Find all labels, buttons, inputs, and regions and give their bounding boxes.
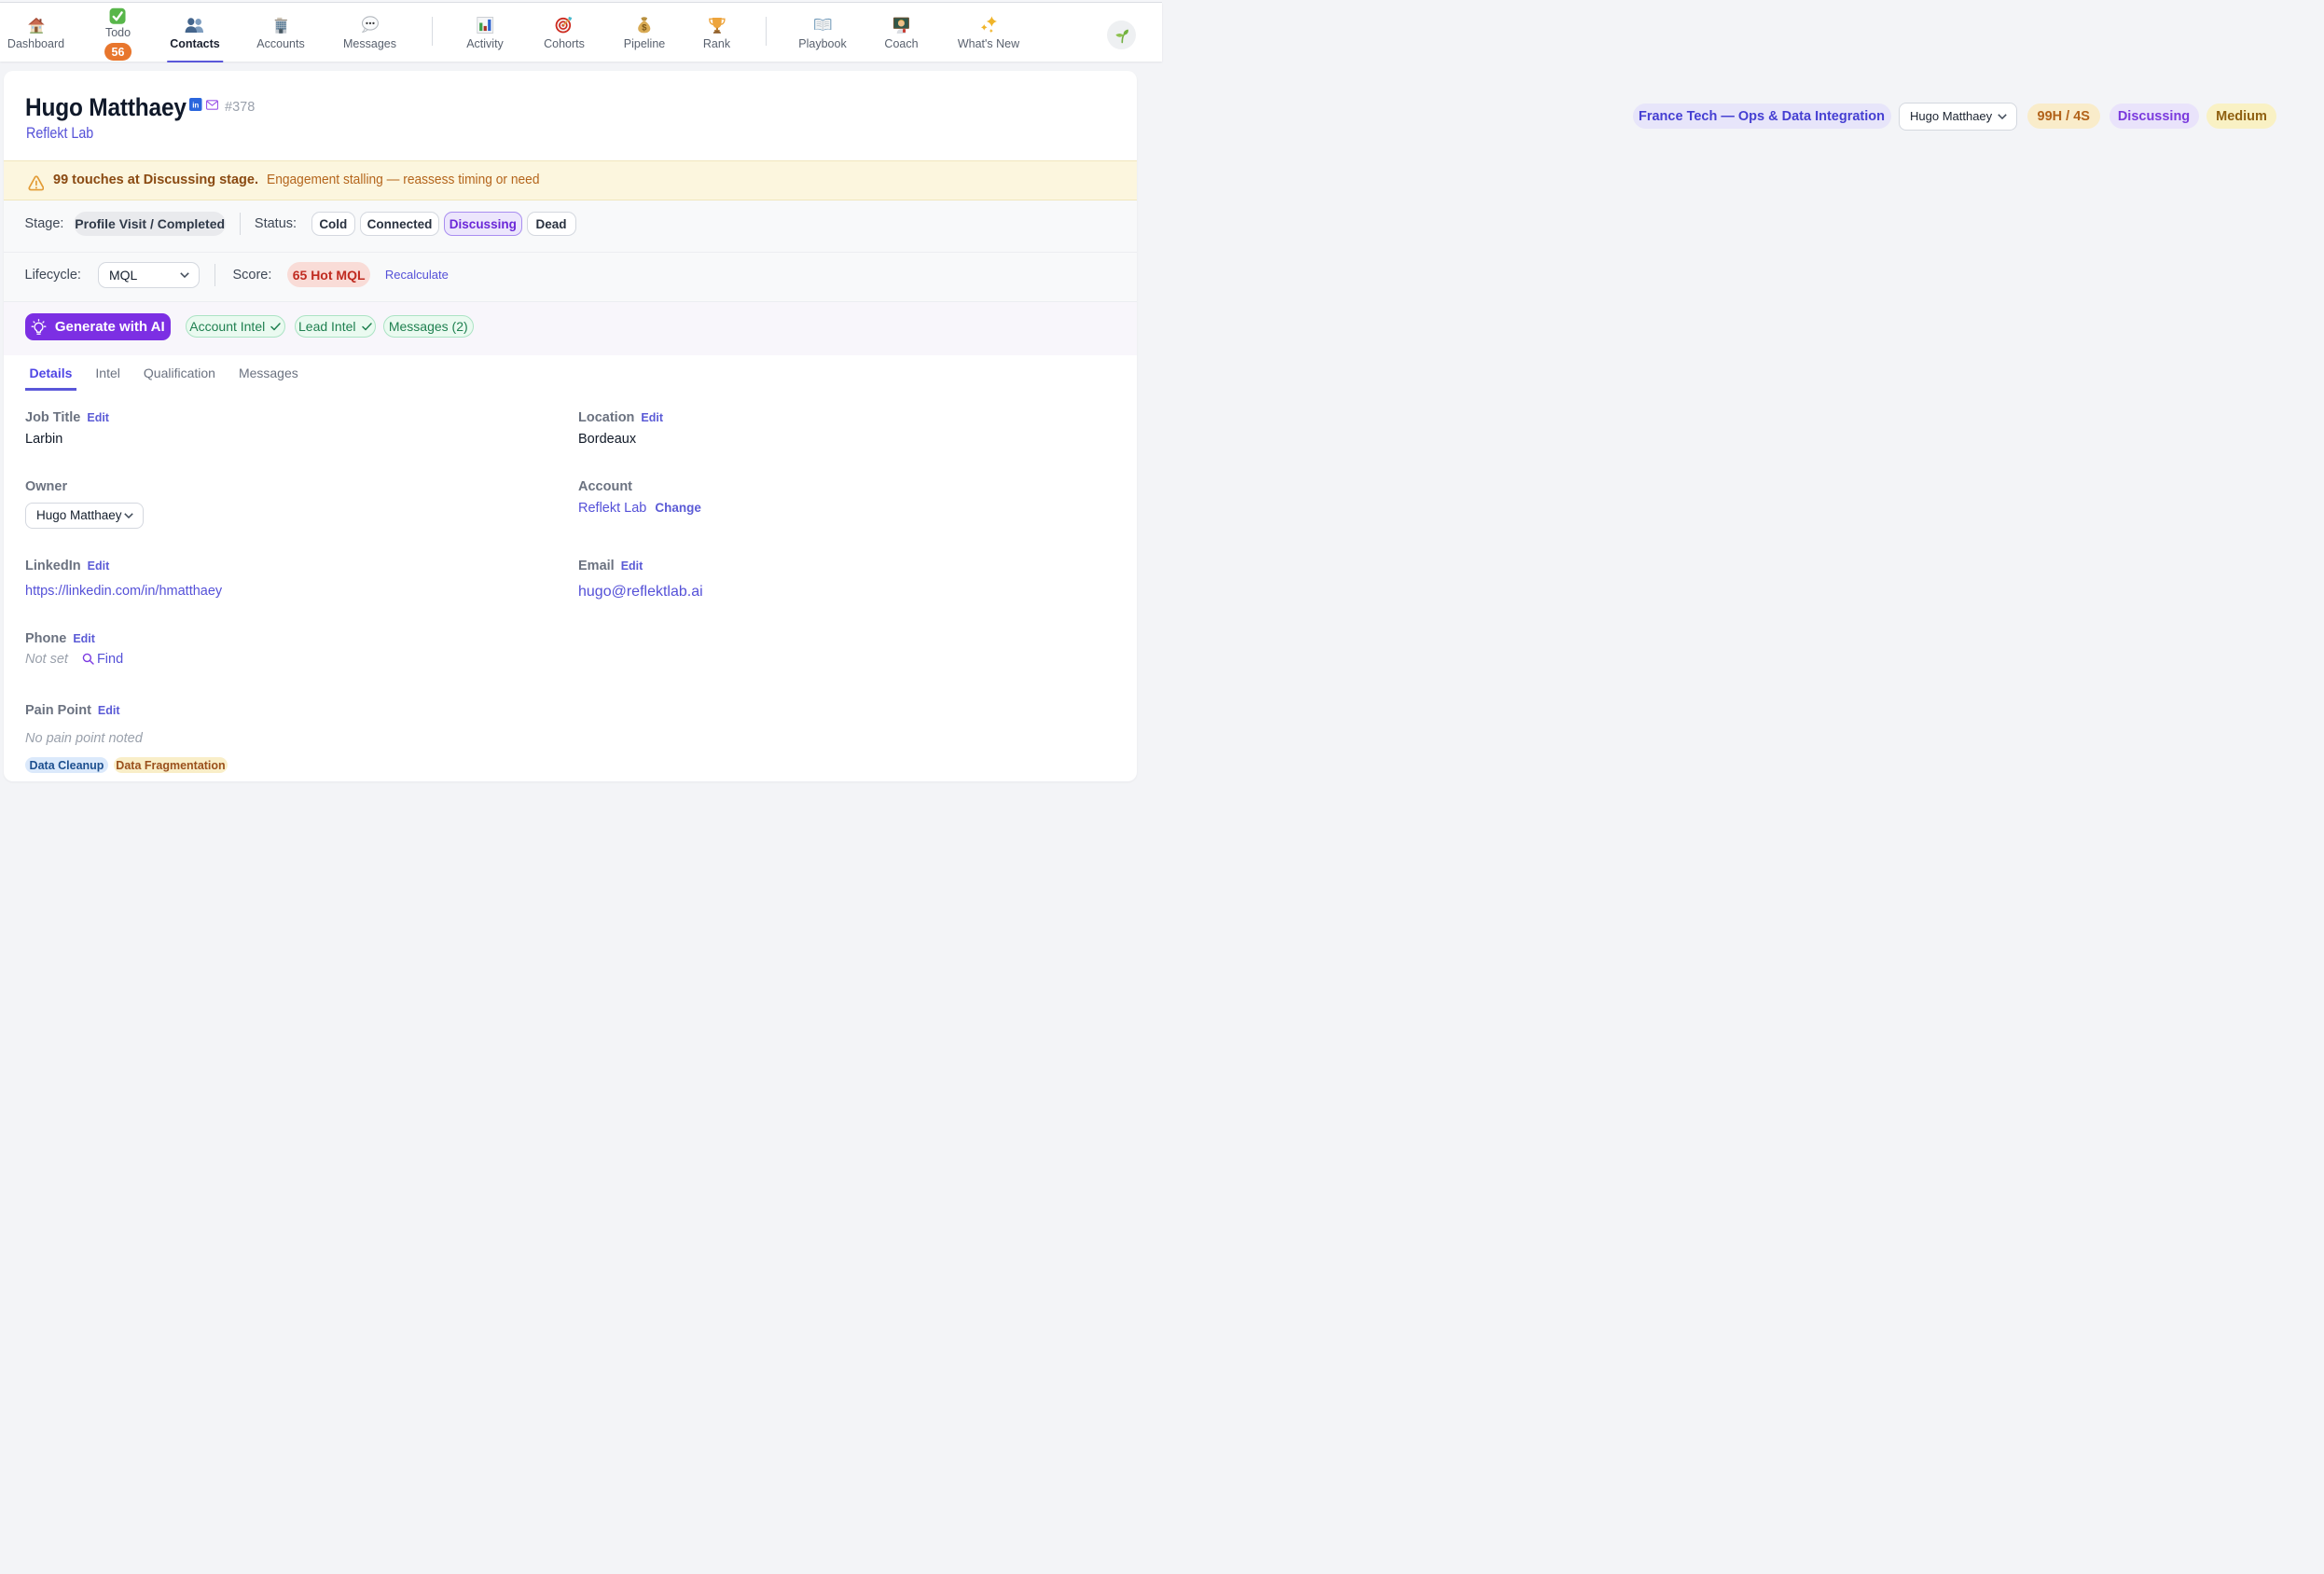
svg-text:$: $ [642,23,647,34]
